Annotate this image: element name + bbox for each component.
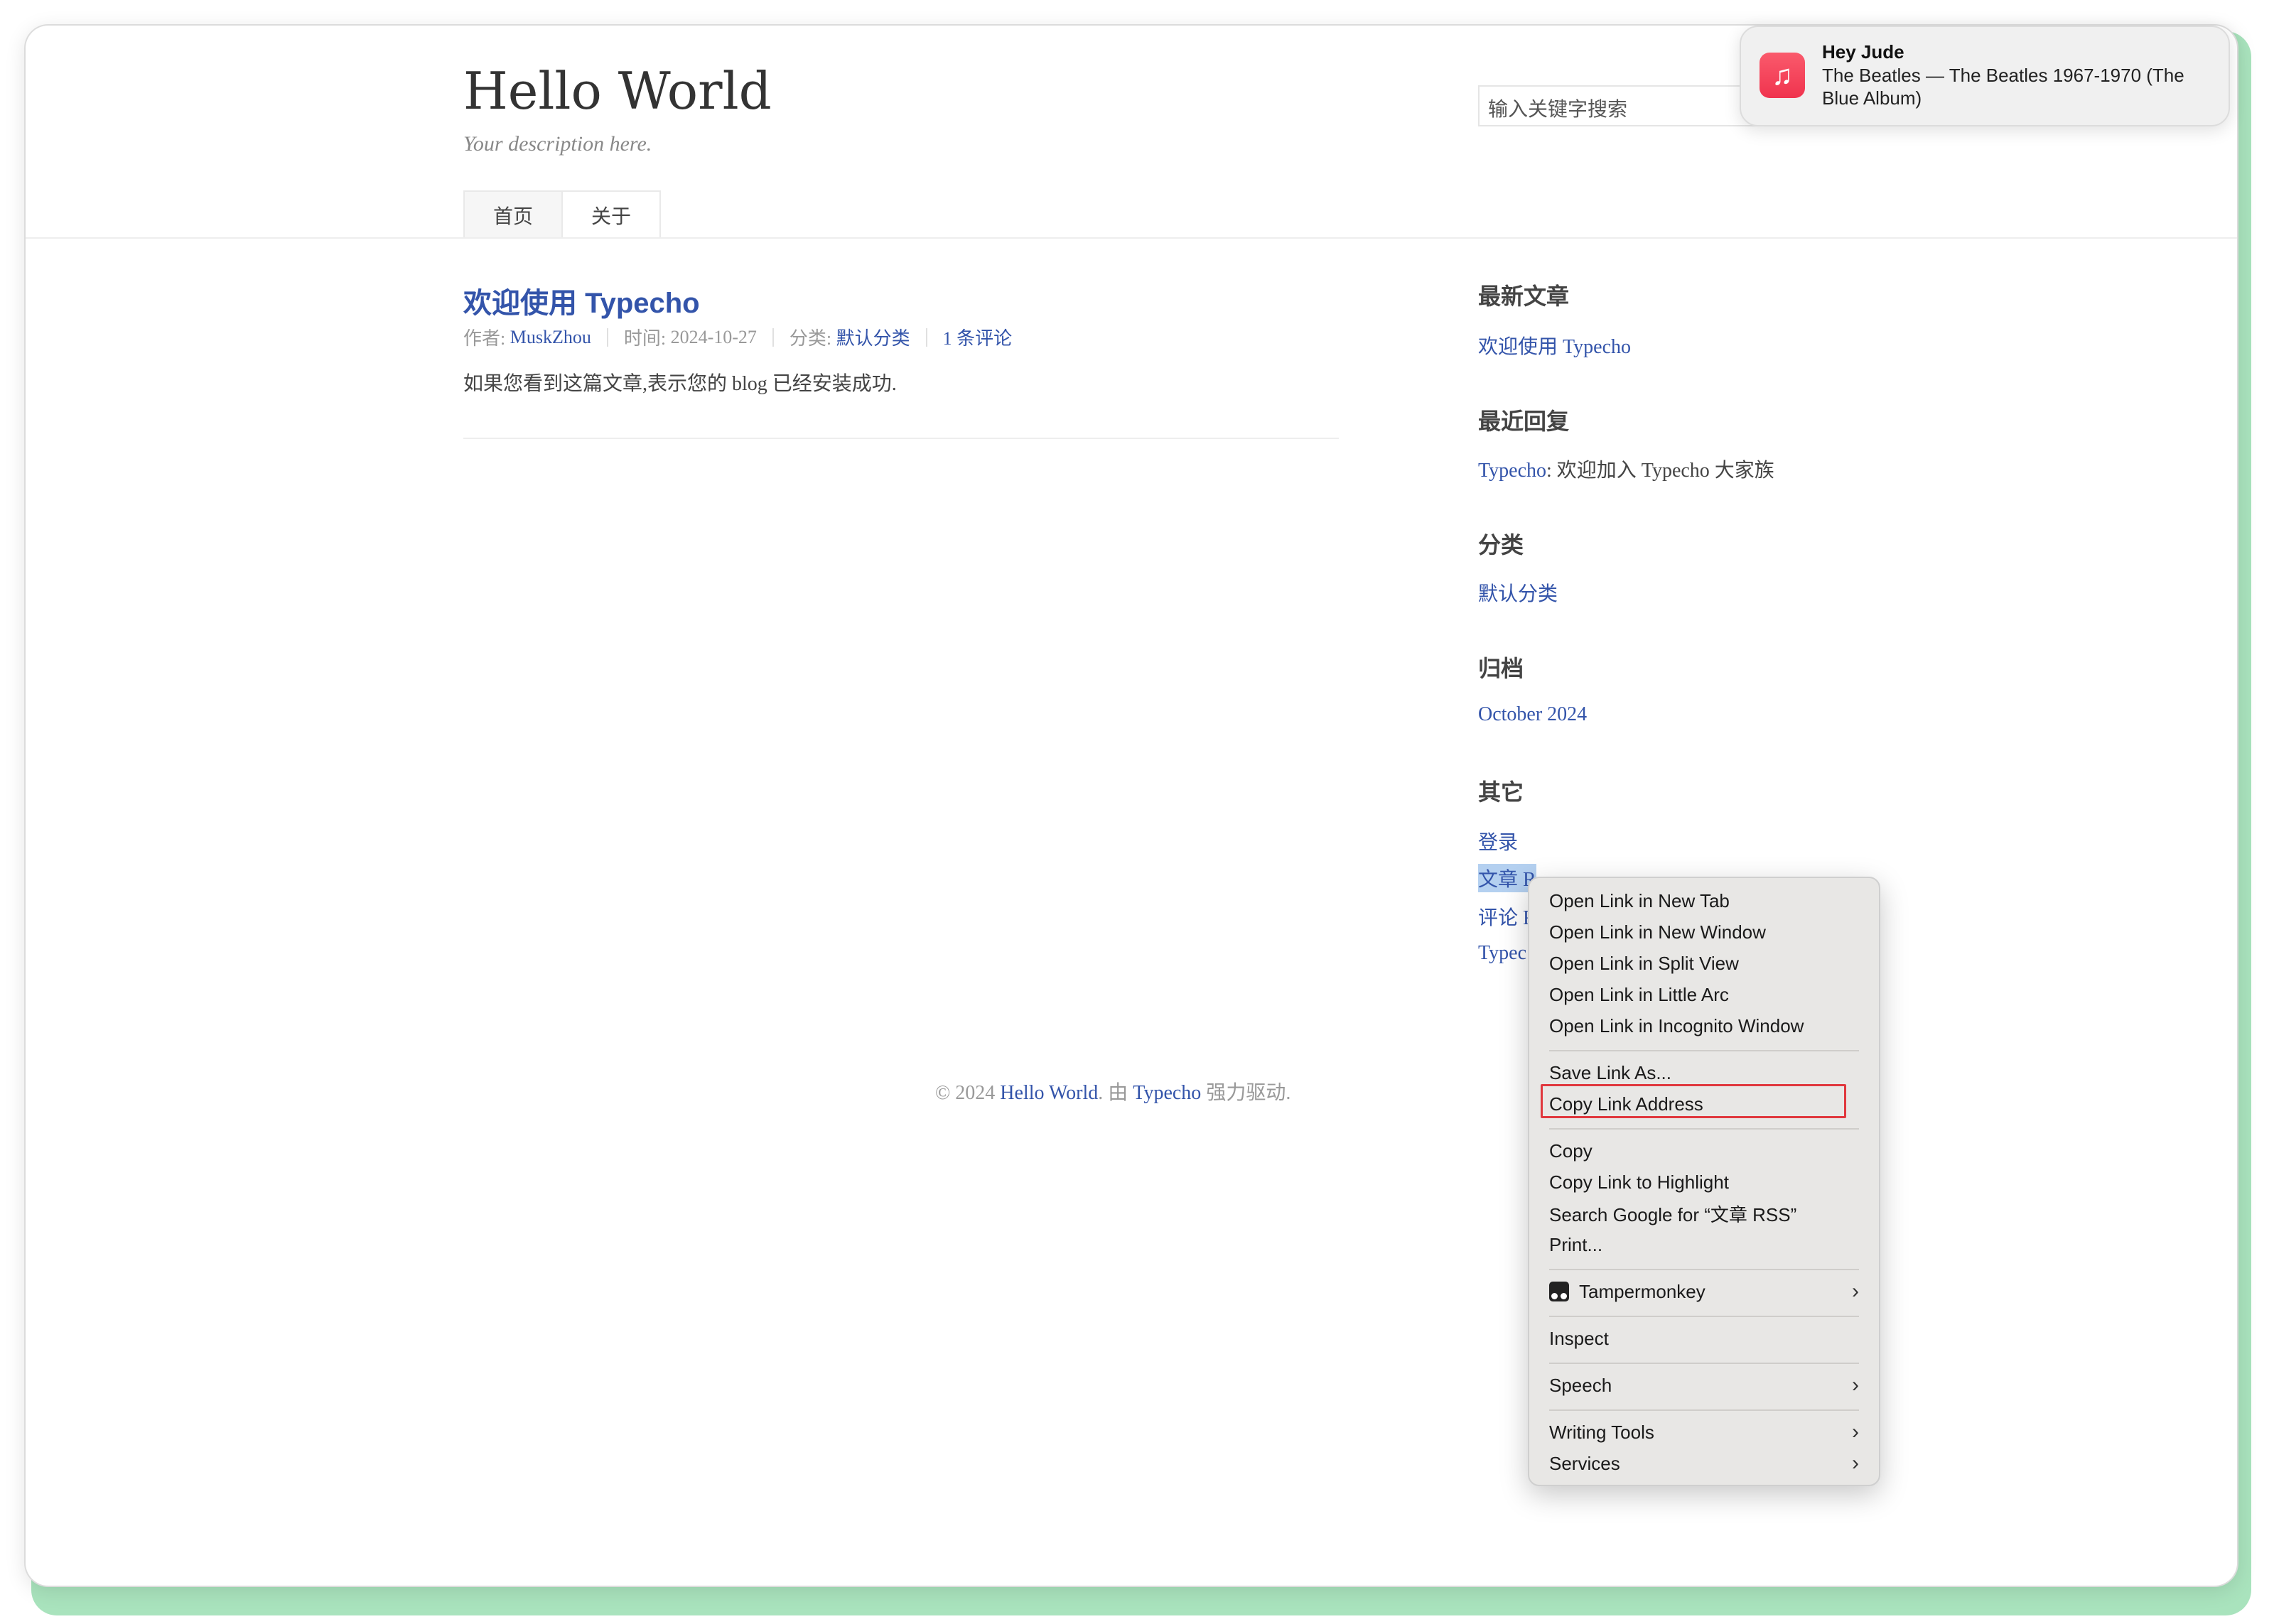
recent-post-link[interactable]: 欢迎使用 Typecho [1478,331,1631,359]
menu-item-open-new-tab[interactable]: Open Link in New Tab [1549,887,1859,915]
menu-separator [1549,1363,1859,1364]
recent-comment-text: : 欢迎加入 Typecho 大家族 [1546,460,1774,482]
tampermonkey-icon [1549,1282,1569,1301]
site-description: Your description here. [463,132,652,156]
menu-item-copy[interactable]: Copy [1549,1137,1859,1165]
menu-separator [1549,1128,1859,1130]
recent-comments-heading: 最近回复 [1478,408,1570,434]
post-meta: 作者: MuskZhou 时间: 2024-10-27 分类: 默认分类 1 条… [463,324,1012,350]
category-link[interactable]: 默认分类 [836,324,910,350]
menu-item-print[interactable]: Print... [1549,1230,1859,1259]
archives-heading: 归档 [1478,656,1524,681]
meta-divider [772,327,774,347]
menu-item-open-incognito[interactable]: Open Link in Incognito Window [1549,1012,1859,1040]
chevron-right-icon: › [1852,1373,1859,1397]
author-label: 作者: [463,328,506,349]
header-divider [26,237,2237,239]
comments-link[interactable]: 1 条评论 [943,324,1013,350]
menu-separator [1549,1316,1859,1317]
menu-item-open-new-window[interactable]: Open Link in New Window [1549,918,1859,946]
meta-divider [925,327,927,347]
menu-item-search-google[interactable]: Search Google for “文章 RSS” [1549,1199,1859,1228]
menu-item-open-split-view[interactable]: Open Link in Split View [1549,949,1859,978]
time-label: 时间: [623,328,667,349]
menu-item-tampermonkey[interactable]: Tampermonkey › [1549,1277,1859,1306]
post-title-link[interactable]: 欢迎使用 Typecho [463,280,700,321]
category-item-link[interactable]: 默认分类 [1478,578,1558,607]
menu-item-inspect[interactable]: Inspect [1549,1324,1859,1353]
copy-link-address-highlight-box [1541,1084,1846,1118]
menu-item-services[interactable]: Services › [1549,1449,1859,1478]
login-link[interactable]: 登录 [1478,827,1518,855]
menu-separator [1549,1409,1859,1411]
menu-item-copy-link-to-highlight[interactable]: Copy Link to Highlight [1549,1168,1859,1196]
author-link[interactable]: MuskZhou [510,327,591,348]
search-input[interactable]: 输入关键字搜索 [1478,85,1777,126]
chevron-right-icon: › [1852,1451,1859,1475]
menu-item-writing-tools[interactable]: Writing Tools › [1549,1418,1859,1446]
speech-label: Speech [1549,1374,1612,1396]
menu-item-save-link-as[interactable]: Save Link As... [1549,1059,1859,1087]
footer-site-link[interactable]: Hello World [1000,1082,1098,1104]
recent-posts-heading: 最新文章 [1478,283,1570,309]
chevron-right-icon: › [1852,1279,1859,1303]
meta-divider [606,327,608,347]
footer-suffix: 强力驱动. [1201,1082,1291,1104]
recent-comment-item: Typecho: 欢迎加入 Typecho 大家族 [1478,455,1774,483]
footer-typecho-link[interactable]: Typecho [1133,1082,1201,1104]
other-heading: 其它 [1478,779,1524,805]
post-date: 2024-10-27 [670,326,757,347]
main-nav: 首页 关于 [463,190,662,239]
nav-item-about[interactable]: 关于 [561,190,662,239]
browser-window: Hello World Your description here. 输入关键字… [26,26,2237,1586]
post-divider [463,438,1339,439]
chevron-right-icon: › [1852,1420,1859,1444]
categories-heading: 分类 [1478,532,1524,558]
notification-body: The Beatles — The Beatles 1967-1970 (The… [1822,65,2184,109]
typecho-link[interactable]: Typec [1478,942,1526,965]
context-menu: Open Link in New Tab Open Link in New Wi… [1528,877,1880,1486]
footer-middle: . 由 [1098,1082,1133,1104]
site-footer: © 2024 Hello World. 由 Typecho 强力驱动. [935,1077,1290,1105]
tampermonkey-label: Tampermonkey [1579,1280,1705,1302]
menu-separator [1549,1050,1859,1051]
archive-item-link[interactable]: October 2024 [1478,703,1587,726]
site-title[interactable]: Hello World [463,61,772,121]
now-playing-notification[interactable]: ♫ Hey Jude The Beatles — The Beatles 196… [1740,26,2230,126]
writing-tools-label: Writing Tools [1549,1421,1654,1443]
recent-comment-author-link[interactable]: Typecho [1478,460,1546,482]
menu-item-open-little-arc[interactable]: Open Link in Little Arc [1549,980,1859,1009]
nav-item-home[interactable]: 首页 [463,190,564,239]
notification-title: Hey Jude [1822,41,1904,63]
post-excerpt: 如果您看到这篇文章,表示您的 blog 已经安装成功. [463,373,897,395]
menu-item-speech[interactable]: Speech › [1549,1371,1859,1400]
music-note-icon: ♫ [1760,53,1805,98]
services-label: Services [1549,1452,1620,1474]
footer-prefix: © 2024 [935,1082,1001,1104]
category-label: 分类: [789,328,832,349]
menu-separator [1549,1269,1859,1270]
